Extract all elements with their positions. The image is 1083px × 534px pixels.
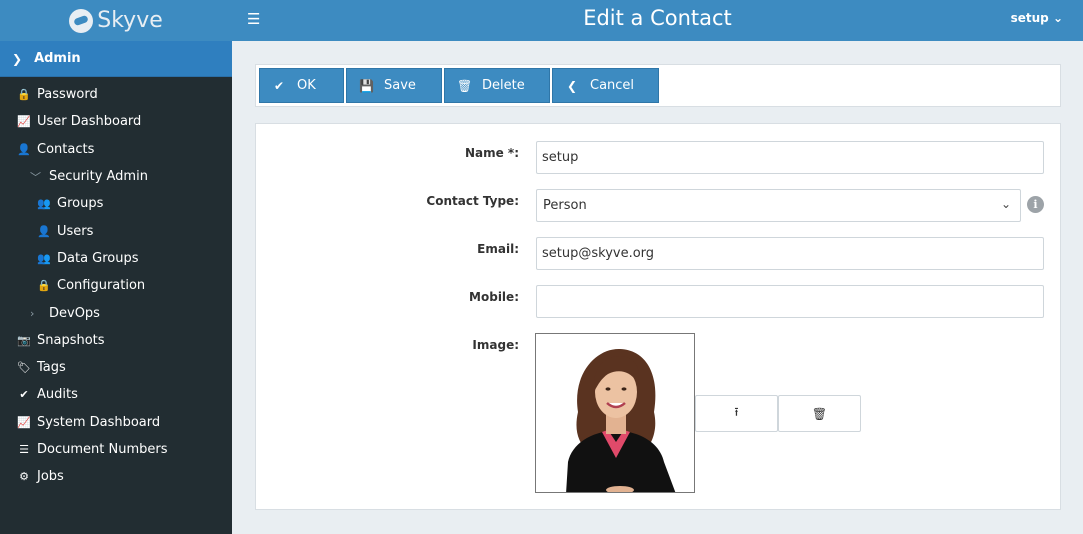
check-icon: ✔ — [19, 388, 29, 402]
image-label: Image: — [472, 338, 519, 352]
sidebar-item-label: System Dashboard — [37, 414, 161, 430]
contact-photo-image — [536, 334, 694, 492]
sidebar-menu: 🔒 Password 📈 User Dashboard 👤 Contacts ﹀ Securi… — [0, 77, 232, 490]
sidebar-item-tags[interactable]: 🏷 Tags — [0, 354, 232, 381]
sidebar-item-password[interactable]: 🔒 Password — [0, 81, 232, 108]
users-icon: 👥 — [37, 251, 51, 265]
sidebar-item-audits[interactable]: ✔ Audits — [0, 381, 232, 408]
trash-icon: 🗑 — [811, 406, 828, 421]
skyve-logo-icon — [69, 8, 94, 33]
module-menu-admin[interactable]: ❯ Admin — [0, 41, 232, 77]
chevron-left-icon: ❮ — [566, 78, 578, 93]
check-icon: ✔ — [273, 78, 285, 93]
contact-type-select[interactable]: Person ⌄ — [536, 189, 1021, 222]
sidebar-item-devops[interactable]: › DevOps — [0, 299, 232, 326]
user-icon: 👤 — [37, 224, 51, 238]
save-label: Save — [384, 78, 416, 93]
tag-icon: 🏷 — [17, 361, 31, 375]
sidebar-item-label: Password — [37, 87, 98, 103]
clear-image-button[interactable]: 🗑 — [778, 395, 861, 432]
sidebar-item-label: Contacts — [37, 141, 95, 157]
name-value: setup — [542, 150, 579, 165]
page-title: Edit a Contact — [583, 6, 732, 30]
sidebar-item-jobs[interactable]: ⚙ Jobs — [0, 463, 232, 490]
list-ol-icon: ☰ — [19, 443, 29, 456]
sidebar-item-label: Groups — [57, 196, 104, 212]
name-input[interactable]: setup — [536, 141, 1044, 174]
sidebar-item-groups[interactable]: 👥 Groups — [0, 190, 232, 217]
users-icon: 👥 — [37, 197, 51, 211]
sidebar-item-contacts[interactable]: 👤 Contacts — [0, 136, 232, 163]
chevron-down-icon: ⌄ — [1052, 11, 1063, 25]
module-label: Admin — [34, 51, 81, 66]
name-label: Name *: — [464, 146, 519, 160]
cancel-button[interactable]: ❮ Cancel — [552, 68, 659, 103]
brand-name: Skyve — [97, 8, 163, 33]
upload-icon: ⭱ — [734, 405, 739, 419]
sidebar-item-users[interactable]: 👤 Users — [0, 217, 232, 244]
skyve-logo[interactable]: Skyve — [69, 8, 163, 33]
sidebar-item-system-dashboard[interactable]: 📈 System Dashboard — [0, 409, 232, 436]
mobile-label: Mobile: — [469, 290, 519, 304]
sidebar-item-label: Audits — [37, 387, 78, 403]
ok-label: OK — [297, 78, 316, 93]
contact-form: Name *: setup Contact Type: Person ⌄ i E… — [255, 123, 1061, 510]
contact-photo[interactable] — [535, 333, 695, 493]
chevron-down-icon: ❯ — [12, 51, 23, 66]
trash-icon: 🗑 — [457, 78, 473, 93]
info-icon[interactable]: i — [1027, 196, 1044, 213]
sidebar: Skyve ❯ Admin 🔒 Password 📈 User Dashboard 👤 C… — [0, 0, 232, 534]
user-name: setup — [1010, 11, 1049, 25]
area-chart-icon: 📈 — [17, 115, 31, 129]
sidebar-item-data-groups[interactable]: 👥 Data Groups — [0, 245, 232, 272]
email-value: setup@skyve.org — [542, 246, 655, 261]
contact-type-label: Contact Type: — [426, 194, 519, 208]
mobile-input[interactable] — [536, 285, 1044, 318]
user-menu[interactable]: setup ⌄ — [1011, 11, 1063, 25]
sidebar-item-document-numbers[interactable]: ☰ Document Numbers — [0, 436, 232, 463]
sidebar-item-label: Users — [57, 223, 94, 239]
sidebar-item-snapshots[interactable]: 📷 Snapshots — [0, 327, 232, 354]
user-icon: 👤 — [17, 142, 31, 156]
ok-button[interactable]: ✔ OK — [259, 68, 344, 103]
chevron-down-icon: ﹀ — [30, 170, 41, 184]
delete-button[interactable]: 🗑 Delete — [444, 68, 550, 103]
sidebar-item-configuration[interactable]: 🔒 Configuration — [0, 272, 232, 299]
sidebar-item-security-admin[interactable]: ﹀ Security Admin — [0, 163, 232, 190]
sidebar-item-label: User Dashboard — [37, 114, 142, 130]
lock-icon: 🔒 — [37, 279, 51, 293]
logo-bar: Skyve — [0, 0, 232, 41]
lock-icon: 🔒 — [17, 88, 31, 102]
cogs-icon: ⚙ — [19, 470, 29, 484]
sidebar-item-label: DevOps — [49, 305, 100, 321]
delete-label: Delete — [482, 78, 525, 93]
action-toolbar: ✔ OK 💾 Save 🗑 Delete ❮ Cancel — [255, 64, 1061, 107]
camera-icon: 📷 — [17, 333, 31, 347]
sidebar-item-label: Tags — [37, 360, 66, 376]
floppy-disk-icon: 💾 — [359, 78, 374, 93]
email-input[interactable]: setup@skyve.org — [536, 237, 1044, 270]
chevron-down-icon: ⌄ — [1000, 197, 1011, 211]
chevron-right-icon: › — [30, 306, 35, 320]
sidebar-item-user-dashboard[interactable]: 📈 User Dashboard — [0, 108, 232, 135]
sidebar-item-label: Jobs — [37, 469, 64, 485]
top-bar: ☰ Edit a Contact setup ⌄ — [232, 0, 1083, 41]
contact-type-value: Person — [543, 198, 587, 213]
sidebar-item-label: Security Admin — [49, 169, 148, 185]
cancel-label: Cancel — [590, 78, 635, 93]
sidebar-item-label: Snapshots — [37, 332, 105, 348]
sidebar-item-label: Data Groups — [57, 250, 139, 266]
area-chart-icon: 📈 — [17, 415, 31, 429]
sidebar-item-label: Document Numbers — [37, 442, 168, 457]
upload-image-button[interactable]: ⭱ — [695, 395, 778, 432]
email-label: Email: — [477, 242, 519, 256]
sidebar-item-label: Configuration — [57, 278, 146, 294]
save-button[interactable]: 💾 Save — [346, 68, 442, 103]
